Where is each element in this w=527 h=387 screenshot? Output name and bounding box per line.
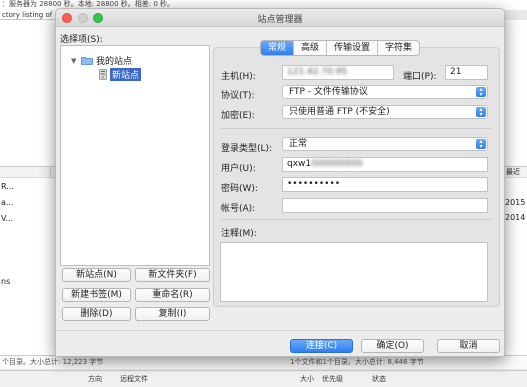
select-stepper-icon: ▴ ▾	[476, 87, 486, 98]
local-file-row[interactable]: R...	[0, 182, 14, 191]
logon-type-label: 登录类型(L):	[221, 144, 273, 154]
expand-arrow-icon[interactable]: ▼	[71, 57, 81, 65]
column-header-modified[interactable]: 最近	[506, 168, 520, 176]
protocol-label: 协议(T):	[221, 91, 255, 101]
queue-col-status[interactable]: 状态	[372, 372, 386, 387]
new-site-button[interactable]: 新站点(N)	[62, 268, 131, 282]
dialog-bottom-separator	[56, 330, 504, 331]
select-stepper-icon: ▴ ▾	[476, 139, 486, 150]
account-input[interactable]	[282, 198, 488, 213]
cancel-button[interactable]: 取消	[437, 339, 500, 353]
queue-col-direction[interactable]: 方向	[88, 372, 102, 387]
host-input[interactable]: 121.42.70.95	[282, 65, 394, 80]
select-stepper-icon: ▴ ▾	[476, 107, 486, 118]
remote-file-row[interactable]: 2014	[505, 213, 525, 222]
port-label: 端口(P):	[403, 72, 437, 82]
tab-general[interactable]: 常规	[261, 41, 295, 55]
ok-button[interactable]: 确定(O)	[361, 339, 424, 353]
encryption-select[interactable]: 只使用普通 FTP (不安全) ▴ ▾	[282, 105, 488, 119]
site-manager-dialog: 站点管理器 选择项(S): ▼ 我的站点 新站点 新站点(N) 新文件夹(F) …	[55, 8, 505, 357]
local-file-row[interactable]: ns	[0, 277, 10, 286]
local-file-row[interactable]: V...	[0, 214, 13, 223]
logon-type-select[interactable]: 正常 ▴ ▾	[282, 137, 488, 151]
tab-transfer-settings[interactable]: 传输设置	[327, 41, 379, 55]
queue-col-remote-file[interactable]: 远程文件	[120, 372, 148, 387]
tab-charset[interactable]: 字符集	[378, 41, 419, 55]
local-status-text: 个目录。大小总计: 12,223 字节	[2, 358, 104, 366]
server-icon	[99, 69, 107, 80]
host-value: 121.42.70.95	[287, 67, 348, 77]
queue-col-size[interactable]: 大小	[300, 372, 314, 387]
user-input[interactable]: qxw1000000000	[282, 157, 488, 172]
status-bar: 个目录。大小总计: 12,223 字节 1个文件和1个目录。大小总计: 8,44…	[0, 355, 527, 369]
tree-item-new-site[interactable]: 新站点	[99, 68, 142, 81]
queue-col-priority[interactable]: 优先级	[322, 372, 343, 387]
logon-type-value: 正常	[289, 139, 308, 149]
dialog-title: 站点管理器	[257, 15, 303, 25]
port-input[interactable]: 21	[445, 65, 488, 80]
log-line: ctory listing of	[2, 11, 53, 19]
user-value: qxw1	[287, 159, 312, 169]
account-label: 帐号(A):	[221, 204, 256, 214]
form-divider	[221, 219, 492, 220]
delete-button[interactable]: 删除(D)	[62, 307, 131, 321]
remote-status-text: 1个文件和1个目录。大小总计: 8,446 字节	[290, 358, 424, 366]
tab-advanced[interactable]: 高级	[294, 41, 328, 55]
password-input[interactable]: ••••••••••	[282, 177, 488, 192]
local-file-row[interactable]: a...	[0, 198, 14, 207]
user-label: 用户(U):	[221, 164, 256, 174]
encryption-value: 只使用普通 FTP (不安全)	[289, 107, 390, 117]
form-divider	[221, 128, 492, 129]
dialog-titlebar[interactable]: 站点管理器	[56, 9, 504, 27]
user-value-blurred: 000000000	[311, 159, 363, 169]
password-label: 密码(W):	[221, 184, 258, 194]
host-label: 主机(H):	[221, 72, 256, 82]
rename-button[interactable]: 重命名(R)	[135, 288, 210, 302]
protocol-value: FTP - 文件传输协议	[289, 87, 368, 97]
notes-label: 注释(M):	[221, 229, 257, 239]
column-separator	[50, 166, 51, 178]
connect-button[interactable]: 连接(C)	[290, 339, 353, 353]
log-line: ：服务器为 28800 秒。本地: 28800 秒。相差: 0 秒。	[2, 0, 175, 8]
message-log-line: ctory listing of	[0, 10, 60, 20]
site-tree[interactable]: ▼ 我的站点 新站点	[60, 45, 210, 266]
encryption-label: 加密(E):	[221, 111, 255, 121]
settings-tabs: 常规 高级 传输设置 字符集	[260, 40, 421, 56]
select-entry-label: 选择项(S):	[60, 35, 103, 45]
new-folder-button[interactable]: 新文件夹(F)	[135, 268, 210, 282]
local-list-header[interactable]	[0, 166, 57, 178]
new-bookmark-button[interactable]: 新建书签(M)	[62, 288, 131, 302]
folder-icon	[81, 56, 93, 65]
tree-item-label[interactable]: 新站点	[110, 68, 142, 81]
transfer-queue-header: 方向 远程文件 大小 优先级 状态	[0, 370, 527, 387]
copy-button[interactable]: 复制(I)	[135, 307, 210, 321]
tree-root-label: 我的站点	[96, 57, 133, 67]
remote-file-row[interactable]: 2015	[505, 198, 525, 207]
protocol-select[interactable]: FTP - 文件传输协议 ▴ ▾	[282, 85, 488, 99]
tree-root-my-sites[interactable]: ▼ 我的站点	[71, 54, 133, 68]
notes-textarea[interactable]	[220, 242, 488, 302]
